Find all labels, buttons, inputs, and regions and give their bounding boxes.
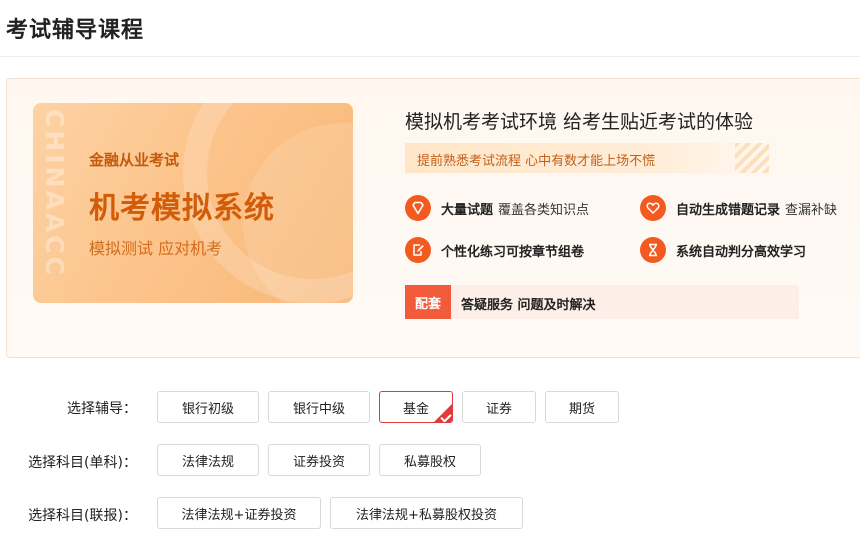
title-divider (0, 56, 860, 57)
bundle-badge: 配套 (405, 285, 451, 319)
bundle-banner: 配套 答疑服务 问题及时解决 (405, 285, 799, 319)
coaching-option[interactable]: 银行中级 (268, 391, 370, 423)
coaching-option[interactable]: 证券 (462, 391, 536, 423)
single-subject-label: 选择科目(单科)： (28, 455, 137, 471)
promo-tagline: 提前熟悉考试流程 心中有数才能上场不慌 (417, 154, 656, 169)
bundle-text: 答疑服务 问题及时解决 (461, 298, 596, 313)
promo-tagline-box: 提前熟悉考试流程 心中有数才能上场不慌 (405, 143, 765, 173)
promo-panel: CHINAACC 金融从业考试 机考模拟系统 模拟测试 应对机考 模拟机考考试环… (6, 78, 860, 358)
banner-slogan: 模拟测试 应对机考 (89, 239, 223, 258)
combo-subject-label: 选择科目(联报)： (28, 508, 137, 524)
combo-subject-option[interactable]: 法律法规+证券投资 (157, 497, 321, 529)
single-subject-option[interactable]: 法律法规 (157, 444, 259, 476)
feature-item: 系统自动判分高效学习 (640, 237, 811, 263)
banner-main-title: 机考模拟系统 (89, 191, 275, 226)
single-subject-option[interactable]: 证券投资 (268, 444, 370, 476)
feature-title: 自动生成错题记录 (676, 202, 781, 218)
single-subject-option[interactable]: 私募股权 (379, 444, 481, 476)
coaching-option[interactable]: 银行初级 (157, 391, 259, 423)
edit-doc-icon (405, 237, 431, 263)
feature-title: 个性化练习可按章节组卷 (441, 244, 585, 260)
hourglass-icon (640, 237, 666, 263)
banner-watermark: CHINAACC (40, 109, 69, 278)
feature-title: 大量试题 (441, 202, 494, 218)
feature-desc: 覆盖各类知识点 (498, 202, 590, 218)
banner-subtitle: 金融从业考试 (89, 151, 180, 169)
promo-banner[interactable]: CHINAACC 金融从业考试 机考模拟系统 模拟测试 应对机考 (33, 103, 353, 303)
coaching-option[interactable]: 期货 (545, 391, 619, 423)
feature-item: 个性化练习可按章节组卷 (405, 237, 589, 263)
combo-subject-option[interactable]: 法律法规+私募股权投资 (330, 497, 523, 529)
diamond-icon (405, 195, 431, 221)
tagline-decor-stripes (735, 143, 769, 173)
coaching-option-label: 基金 (402, 401, 429, 417)
promo-headline: 模拟机考考试环境 给考生贴近考试的体验 (405, 111, 754, 133)
feature-item: 自动生成错题记录 查漏补缺 (640, 195, 837, 221)
page-title: 考试辅导课程 (6, 18, 145, 43)
heart-icon (640, 195, 666, 221)
feature-item: 大量试题 覆盖各类知识点 (405, 195, 589, 221)
coaching-option-selected[interactable]: 基金 (379, 391, 453, 423)
feature-desc: 查漏补缺 (785, 202, 838, 218)
feature-title: 系统自动判分高效学习 (676, 244, 807, 260)
coaching-label: 选择辅导： (67, 401, 137, 417)
